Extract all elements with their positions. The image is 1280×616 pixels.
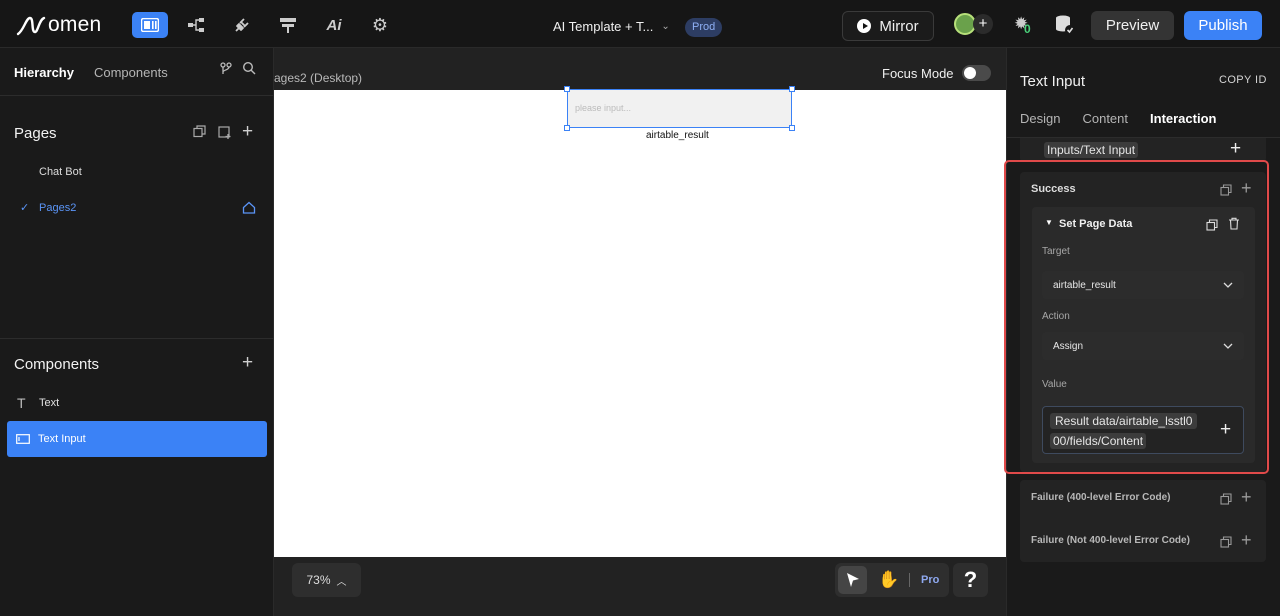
inspector-title: Text Input (1020, 73, 1086, 90)
logo[interactable]: omen (16, 12, 101, 38)
add-icon[interactable]: + (1230, 138, 1241, 160)
env-badge: Prod (685, 18, 723, 37)
page-item-chat-bot[interactable]: Chat Bot (39, 166, 82, 178)
zoom-control[interactable]: 73% ︿ (292, 563, 361, 597)
add-icon[interactable]: + (1241, 530, 1252, 551)
check-icon: ✓ (20, 202, 30, 214)
resize-handle[interactable] (564, 86, 570, 92)
resize-handle[interactable] (564, 125, 570, 131)
search-icon[interactable] (242, 61, 256, 80)
highlight-frame (1004, 160, 1269, 474)
add-folder-icon[interactable] (218, 125, 232, 144)
tab-components[interactable]: Components (94, 65, 168, 80)
zoom-level: 73% (306, 573, 331, 587)
invite-plus-icon[interactable]: + (973, 14, 993, 34)
resize-handle[interactable] (789, 125, 795, 131)
branch-icon[interactable] (219, 62, 233, 79)
input-placeholder: please input... (575, 103, 632, 113)
plugin-tool-button[interactable] (224, 12, 260, 38)
left-tabs: Hierarchy Components (14, 65, 168, 80)
failure-not-400-label: Failure (Not 400-level Error Code) (1031, 535, 1190, 546)
data-tool-button[interactable] (270, 12, 306, 38)
divider (0, 338, 274, 339)
logo-text: omen (48, 13, 102, 36)
divider (909, 573, 910, 587)
mirror-button[interactable]: Mirror (842, 11, 934, 41)
logic-tool-button[interactable] (178, 12, 214, 38)
plug-icon (235, 18, 249, 32)
text-icon: T (17, 395, 26, 411)
components-title: Components (14, 356, 100, 373)
document-title-text: AI Template + T... (553, 19, 654, 34)
add-component-icon[interactable]: + (242, 352, 253, 374)
focus-mode-toggle[interactable] (961, 65, 991, 81)
component-item-text[interactable]: T Text (14, 386, 266, 420)
tab-content[interactable]: Content (1082, 111, 1128, 126)
logo-mark-icon (16, 16, 46, 36)
tab-design[interactable]: Design (1020, 111, 1060, 126)
page-canvas[interactable] (274, 90, 1006, 557)
copy-id-button[interactable]: COPY ID (1219, 74, 1267, 86)
ai-icon: Ai (326, 16, 342, 34)
play-icon (857, 19, 872, 33)
inspector-tabs: Design Content Interaction (1020, 111, 1216, 126)
publish-button[interactable]: Publish (1184, 11, 1262, 40)
result-text-element[interactable]: airtable_result (646, 130, 709, 141)
bug-count: 0 (1024, 22, 1031, 36)
flow-icon (188, 18, 204, 32)
text-input-element[interactable]: please input... (567, 89, 792, 128)
hand-icon[interactable]: ✋ (878, 570, 899, 590)
failure-400-label: Failure (400-level Error Code) (1031, 492, 1171, 503)
mirror-label: Mirror (879, 17, 919, 35)
document-title[interactable]: AI Template + T... ⌄ (553, 19, 670, 34)
home-icon[interactable] (242, 201, 256, 219)
component-item-label: Text (39, 397, 60, 409)
database-check-icon[interactable] (1054, 14, 1076, 41)
tab-interaction[interactable]: Interaction (1150, 111, 1216, 126)
gear-icon: ⚙ (371, 14, 389, 35)
add-page-icon[interactable]: + (242, 121, 253, 143)
focus-mode-control[interactable]: Focus Mode (882, 65, 991, 81)
cursor-icon (846, 573, 859, 587)
text-input-icon (16, 434, 30, 444)
preview-button[interactable]: Preview (1091, 11, 1174, 40)
settings-tool-button[interactable]: ⚙ (362, 12, 398, 38)
copy-page-icon[interactable] (193, 125, 206, 143)
page-item-pages2[interactable]: Pages2 (39, 202, 76, 214)
resize-handle[interactable] (789, 86, 795, 92)
divider (0, 95, 274, 96)
select-tool-button[interactable] (838, 566, 867, 594)
chevron-up-icon: ︿ (336, 576, 347, 588)
canvas-page-label: ages2 (Desktop) (274, 71, 363, 85)
focus-mode-label: Focus Mode (882, 65, 954, 81)
database-table-icon (280, 18, 296, 33)
pages-title: Pages (14, 125, 57, 142)
layout-icon (141, 18, 159, 32)
chevron-down-icon: ⌄ (661, 21, 670, 32)
help-button[interactable]: ? (953, 563, 988, 597)
copy-icon[interactable] (1220, 535, 1232, 553)
tab-hierarchy[interactable]: Hierarchy (14, 65, 74, 80)
add-icon[interactable]: + (1241, 487, 1252, 508)
component-item-label: Text Input (38, 433, 86, 445)
copy-icon[interactable] (1220, 492, 1232, 510)
source-chip[interactable]: Inputs/Text Input (1044, 142, 1139, 158)
layout-tool-button[interactable] (132, 12, 168, 38)
ai-tool-button[interactable]: Ai (316, 12, 352, 38)
pro-badge[interactable]: Pro (921, 574, 939, 586)
component-item-text-input[interactable]: Text Input (7, 421, 267, 457)
